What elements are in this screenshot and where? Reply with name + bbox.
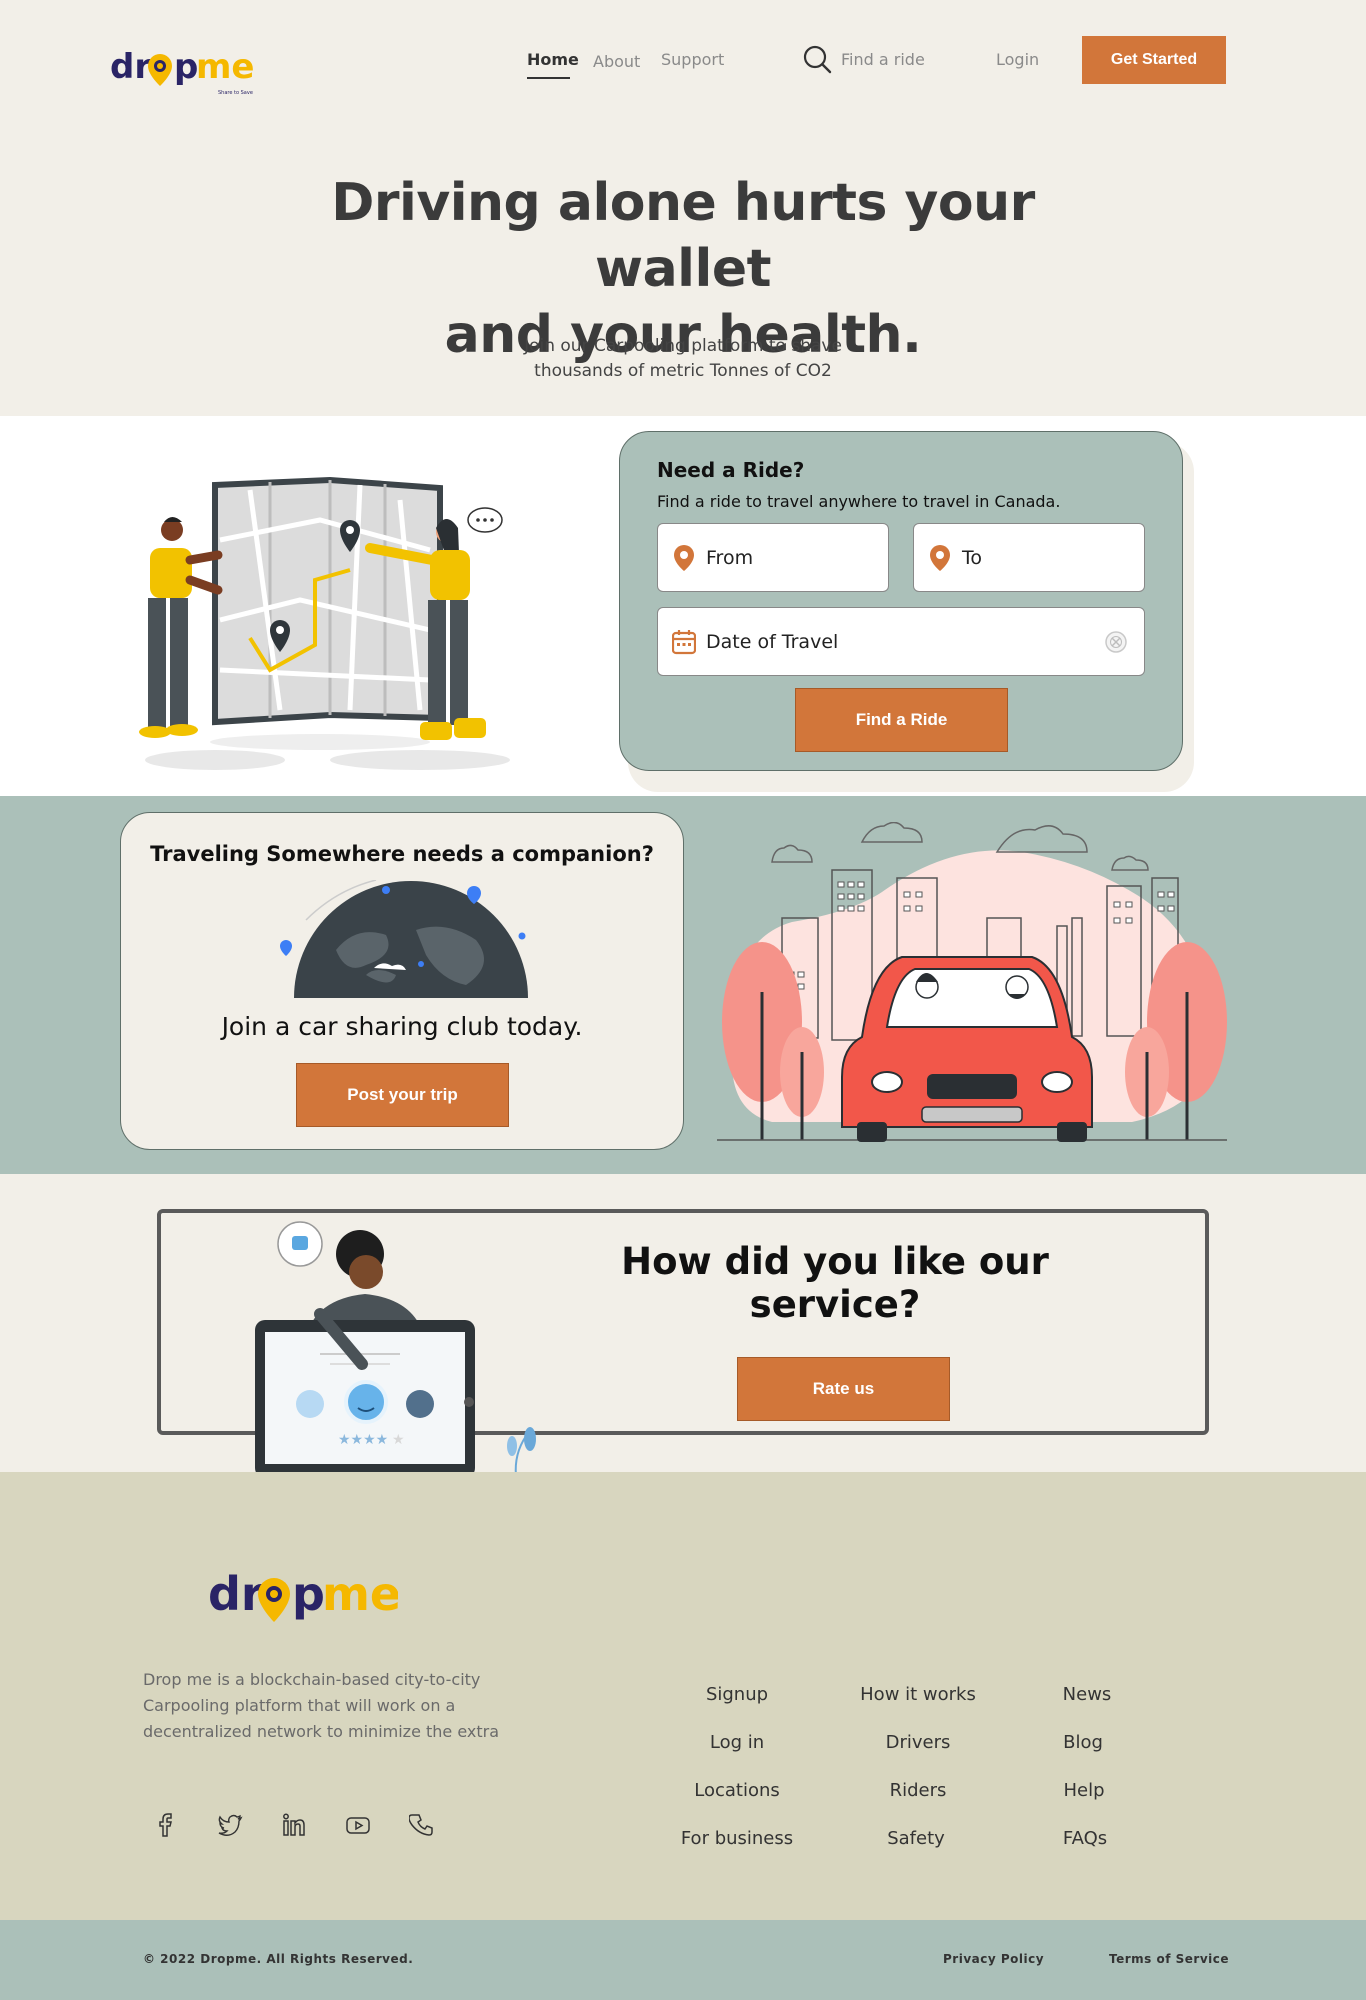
twitter-icon[interactable] — [217, 1812, 243, 1838]
hero-subtitle-line1: Join our Carpooling platform to shave — [524, 336, 842, 356]
copyright-text: © 2022 Dropme. All Rights Reserved. — [143, 1952, 414, 1966]
footer-link-blog[interactable]: Blog — [1003, 1732, 1163, 1753]
find-ride-button[interactable]: Find a Ride — [795, 688, 1008, 752]
get-started-button[interactable]: Get Started — [1082, 36, 1226, 84]
footer-link-safety[interactable]: Safety — [836, 1828, 996, 1849]
find-ride-search[interactable]: Find a ride — [841, 50, 925, 69]
nav-support[interactable]: Support — [661, 50, 724, 69]
youtube-icon[interactable] — [345, 1812, 371, 1838]
map-illustration — [139, 476, 510, 770]
search-icon[interactable] — [802, 44, 832, 74]
rate-us-button[interactable]: Rate us — [737, 1357, 950, 1421]
date-field[interactable]: Date of Travel — [657, 607, 1145, 676]
thumbs-up-icon — [292, 1236, 308, 1250]
logo-pin-icon — [148, 54, 172, 86]
ride-card-subtitle: Find a ride to travel anywhere to travel… — [657, 492, 1061, 511]
to-field[interactable]: To — [913, 523, 1145, 592]
logo-text-p: p — [174, 47, 198, 87]
footer-link-locations[interactable]: Locations — [657, 1780, 817, 1801]
footer-description-line2: Carpooling platform that will work on a — [143, 1696, 456, 1715]
footer-description: Drop me is a blockchain-based city-to-ci… — [143, 1667, 503, 1745]
logo-tagline: Share to Save — [218, 90, 253, 96]
calendar-icon — [672, 629, 696, 654]
terms-of-service-link[interactable]: Terms of Service — [1109, 1952, 1229, 1966]
car-illustration — [717, 822, 1227, 1142]
rating-title: How did you like our service? — [621, 1240, 1049, 1326]
footer-link-for-business[interactable]: For business — [657, 1828, 817, 1849]
dropme-logo[interactable]: dr p me Share to Save — [110, 44, 260, 100]
footer-description-line3: decentralized network to minimize the ex… — [143, 1722, 500, 1741]
linkedin-icon[interactable] — [281, 1812, 307, 1838]
ride-card-title: Need a Ride? — [657, 458, 805, 482]
footer-link-login[interactable]: Log in — [657, 1732, 817, 1753]
date-placeholder: Date of Travel — [706, 630, 839, 653]
footer-dropme-logo[interactable]: dr p me — [208, 1564, 398, 1636]
from-placeholder: From — [706, 546, 754, 569]
nav-active-underline — [527, 77, 570, 79]
svg-text:★: ★ — [392, 1432, 405, 1448]
from-field[interactable]: From — [657, 523, 889, 592]
nav-about[interactable]: About — [593, 52, 640, 71]
footer-description-line1: Drop me is a blockchain-based city-to-ci… — [143, 1670, 481, 1689]
location-pin-icon — [674, 544, 694, 571]
footer-logo-text-p: p — [292, 1567, 325, 1621]
footer-link-faqs[interactable]: FAQs — [1005, 1828, 1165, 1849]
hero-title-line1: Driving alone hurts your wallet — [331, 173, 1035, 299]
hero-subtitle-line2: thousands of metric Tonnes of CO2 — [534, 361, 832, 381]
post-trip-button[interactable]: Post your trip — [296, 1063, 509, 1127]
clear-date-icon[interactable] — [1104, 630, 1128, 654]
companion-title: Traveling Somewhere needs a companion? — [150, 842, 654, 866]
hero-subtitle: Join our Carpooling platform to shave th… — [483, 334, 883, 384]
footer-link-how-it-works[interactable]: How it works — [838, 1684, 998, 1705]
tablet-rating-illustration: ★★★★ ★ — [190, 1221, 540, 1480]
login-link[interactable]: Login — [996, 50, 1039, 69]
footer-link-signup[interactable]: Signup — [657, 1684, 817, 1705]
footer-link-news[interactable]: News — [1007, 1684, 1167, 1705]
to-placeholder: To — [962, 546, 983, 569]
logo-text-dr: dr — [110, 47, 151, 87]
location-pin-icon — [930, 544, 950, 571]
footer-link-riders[interactable]: Riders — [838, 1780, 998, 1801]
privacy-policy-link[interactable]: Privacy Policy — [943, 1952, 1044, 1966]
footer-logo-text-dr: dr — [208, 1567, 264, 1621]
svg-text:★★★★: ★★★★ — [338, 1432, 388, 1448]
phone-icon[interactable] — [409, 1812, 435, 1838]
globe-illustration — [280, 880, 528, 998]
logo-text-me: me — [196, 47, 255, 87]
footer-link-drivers[interactable]: Drivers — [838, 1732, 998, 1753]
facebook-icon[interactable] — [153, 1812, 179, 1838]
footer-logo-text-me: me — [322, 1567, 398, 1621]
companion-subtitle: Join a car sharing club today. — [221, 1012, 583, 1041]
nav-home[interactable]: Home — [527, 50, 579, 69]
footer-link-help[interactable]: Help — [1004, 1780, 1164, 1801]
